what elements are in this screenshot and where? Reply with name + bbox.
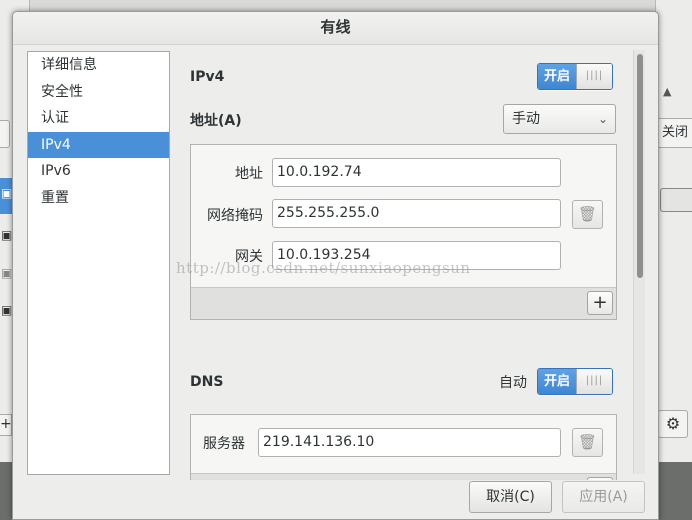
settings-sidebar: 详细信息 安全性 认证 IPv4 IPv6 重置 xyxy=(27,51,170,475)
address-heading: 地址(A) xyxy=(190,113,242,129)
ipv4-switch[interactable]: 开启 |||| xyxy=(537,63,613,90)
sidebar-item-ipv6[interactable]: IPv6 xyxy=(28,158,169,185)
switch-on-label: 开启 xyxy=(538,369,576,394)
add-address-button[interactable]: + xyxy=(587,291,613,315)
address-field[interactable]: 10.0.192.74 xyxy=(272,158,561,187)
add-dns-button[interactable] xyxy=(587,477,613,480)
gateway-field[interactable]: 10.0.193.254 xyxy=(272,241,561,270)
background-add-button[interactable]: + xyxy=(0,414,12,436)
chevron-down-icon: ⌄ xyxy=(597,112,608,126)
dns-server-label: 服务器 xyxy=(203,436,245,452)
sidebar-item-reset[interactable]: 重置 xyxy=(28,185,169,212)
background-close-button[interactable]: 关闭 xyxy=(655,118,692,148)
sidebar-item-security[interactable]: 安全性 xyxy=(28,79,169,106)
sidebar-item-details[interactable]: 详细信息 xyxy=(28,52,169,79)
ipv4-settings-content: IPv4 开启 |||| 地址(A) 手动 ⌄ 地址 10.0.192.74 网… xyxy=(189,50,619,480)
dns-heading: DNS xyxy=(190,374,224,390)
gear-icon[interactable]: ⚙ xyxy=(658,410,688,438)
address-panel-footer: + xyxy=(191,287,616,319)
address-label: 地址 xyxy=(235,166,263,182)
netmask-label: 网络掩码 xyxy=(207,208,263,224)
wired-settings-dialog: 有线 详细信息 安全性 认证 IPv4 IPv6 重置 IPv4 开启 ||||… xyxy=(12,11,659,520)
address-panel: 地址 10.0.192.74 网络掩码 255.255.255.0 🗑 网关 1… xyxy=(190,144,617,320)
gateway-label: 网关 xyxy=(235,249,263,265)
background-button[interactable] xyxy=(0,120,10,148)
sidebar-item-authentication[interactable]: 认证 xyxy=(28,105,169,132)
dns-panel-footer xyxy=(191,473,616,480)
chevron-up-icon: ▲ xyxy=(663,85,672,98)
background-toggle[interactable] xyxy=(660,188,692,212)
switch-knob[interactable]: |||| xyxy=(576,64,612,89)
background-window-right xyxy=(655,0,692,462)
address-method-value: 手动 xyxy=(512,111,540,127)
dns-server-field[interactable]: 219.141.136.10 xyxy=(258,428,561,457)
ipv4-heading: IPv4 xyxy=(190,69,225,85)
apply-button[interactable]: 应用(A) xyxy=(562,481,645,513)
trash-icon[interactable]: 🗑 xyxy=(572,428,603,457)
content-scrollbar[interactable] xyxy=(633,50,645,474)
switch-knob[interactable]: |||| xyxy=(576,369,612,394)
dialog-title: 有线 xyxy=(13,12,658,45)
dns-panel: 服务器 219.141.136.10 🗑 xyxy=(190,414,617,480)
sidebar-item-ipv4[interactable]: IPv4 xyxy=(28,131,169,158)
cancel-button[interactable]: 取消(C) xyxy=(469,481,552,513)
scrollbar-thumb[interactable] xyxy=(637,54,643,278)
switch-on-label: 开启 xyxy=(538,64,576,89)
trash-icon[interactable]: 🗑 xyxy=(572,200,603,229)
address-method-select[interactable]: 手动 ⌄ xyxy=(503,104,616,134)
netmask-field[interactable]: 255.255.255.0 xyxy=(272,199,561,228)
dns-switch[interactable]: 开启 |||| xyxy=(537,368,613,395)
dns-auto-label: 自动 xyxy=(499,375,527,391)
